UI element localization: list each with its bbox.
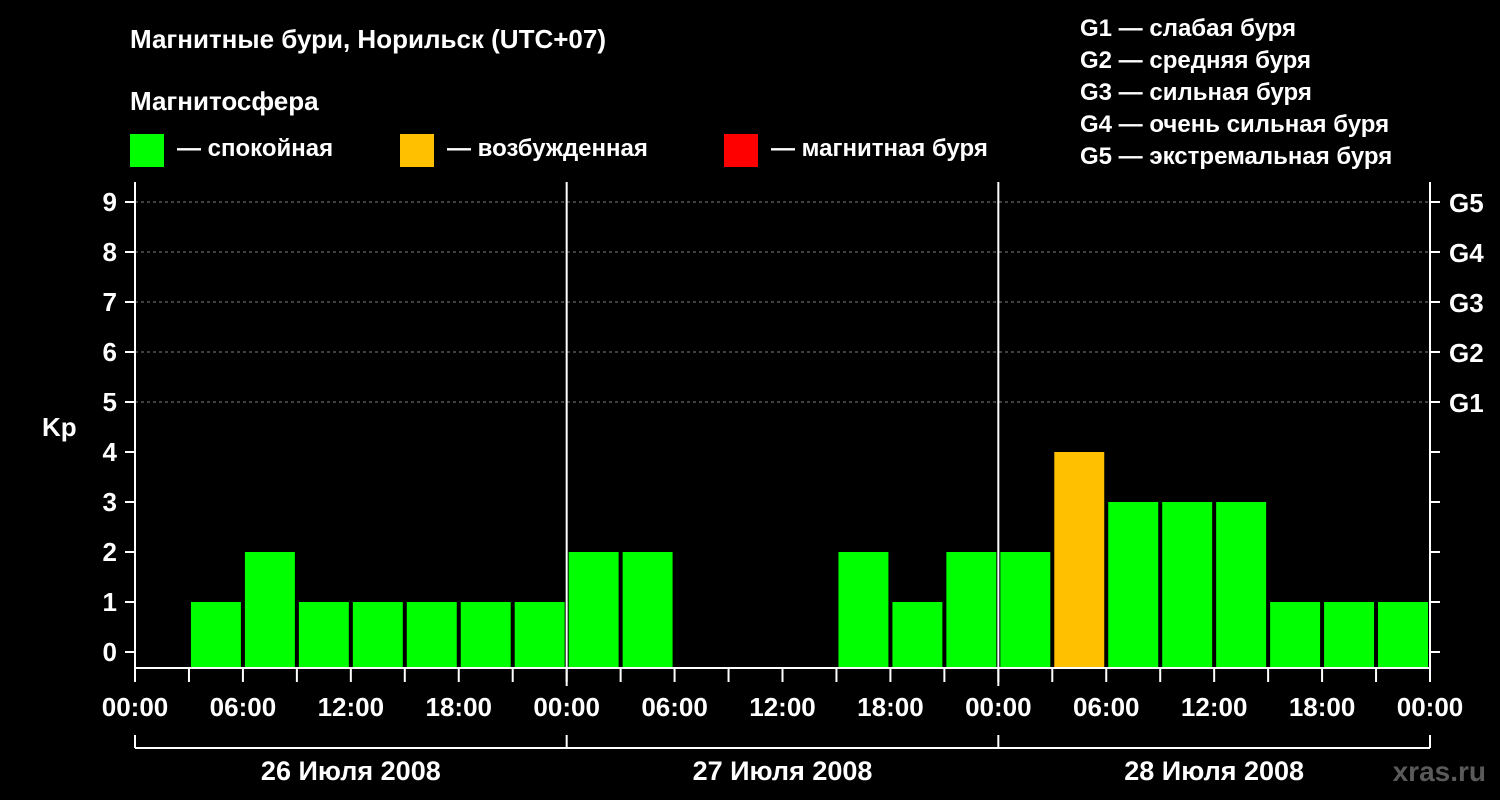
bar-21 — [1270, 602, 1321, 668]
y-tick-label-5: 5 — [103, 387, 117, 417]
x-tick-label-2: 12:00 — [318, 692, 385, 722]
x-tick-label-6: 12:00 — [749, 692, 816, 722]
bar-19 — [1162, 502, 1213, 668]
y-tick-label-2: 2 — [103, 537, 117, 567]
bar-7 — [514, 602, 565, 668]
day-label-2: 28 Июля 2008 — [1124, 756, 1304, 786]
bar-23 — [1378, 602, 1428, 668]
bar-17 — [1054, 452, 1105, 668]
x-tick-label-5: 06:00 — [641, 692, 708, 722]
bar-13 — [838, 552, 889, 668]
bar-8 — [568, 552, 619, 668]
y-tick-label-4: 4 — [103, 437, 118, 467]
y-tick-label-8: 8 — [103, 237, 117, 267]
day-label-1: 27 Июля 2008 — [693, 756, 873, 786]
g-label-G5: G5 — [1449, 188, 1484, 218]
bar-20 — [1216, 502, 1267, 668]
y-tick-label-1: 1 — [103, 587, 117, 617]
x-tick-label-3: 18:00 — [426, 692, 493, 722]
y-tick-label-3: 3 — [103, 487, 117, 517]
bar-1 — [190, 602, 241, 668]
x-tick-label-11: 18:00 — [1289, 692, 1356, 722]
x-tick-label-0: 00:00 — [102, 692, 169, 722]
bar-6 — [460, 602, 511, 668]
bar-22 — [1324, 602, 1375, 668]
x-tick-label-8: 00:00 — [965, 692, 1032, 722]
g-label-G1: G1 — [1449, 388, 1484, 418]
bar-3 — [298, 602, 349, 668]
bar-2 — [244, 552, 295, 668]
bar-14 — [892, 602, 943, 668]
y-tick-label-6: 6 — [103, 337, 117, 367]
bar-15 — [946, 552, 997, 668]
y-tick-label-9: 9 — [103, 187, 117, 217]
x-tick-label-4: 00:00 — [533, 692, 600, 722]
x-tick-label-9: 06:00 — [1073, 692, 1140, 722]
day-label-0: 26 Июля 2008 — [261, 756, 441, 786]
x-tick-label-7: 18:00 — [857, 692, 924, 722]
g-label-G2: G2 — [1449, 338, 1484, 368]
g-label-G3: G3 — [1449, 288, 1484, 318]
kp-bar-chart: 0 1 2 3 4 5 6 7 8 9 G1 G2 G3 G4 G5 Kp 00:00 06:00 12:00 18:… — [42, 182, 1484, 786]
bar-5 — [406, 602, 457, 668]
g-label-G4: G4 — [1449, 238, 1484, 268]
bar-16 — [1000, 552, 1051, 668]
bar-18 — [1108, 502, 1159, 668]
x-tick-label-10: 12:00 — [1181, 692, 1248, 722]
y-tick-label-7: 7 — [103, 287, 117, 317]
y-tick-label-0: 0 — [103, 637, 117, 667]
y-axis-label: Kp — [42, 412, 77, 442]
x-tick-label-12: 00:00 — [1397, 692, 1464, 722]
bar-4 — [352, 602, 403, 668]
bar-9 — [622, 552, 673, 668]
watermark: xras.ru — [1392, 756, 1486, 787]
x-tick-label-1: 06:00 — [210, 692, 277, 722]
